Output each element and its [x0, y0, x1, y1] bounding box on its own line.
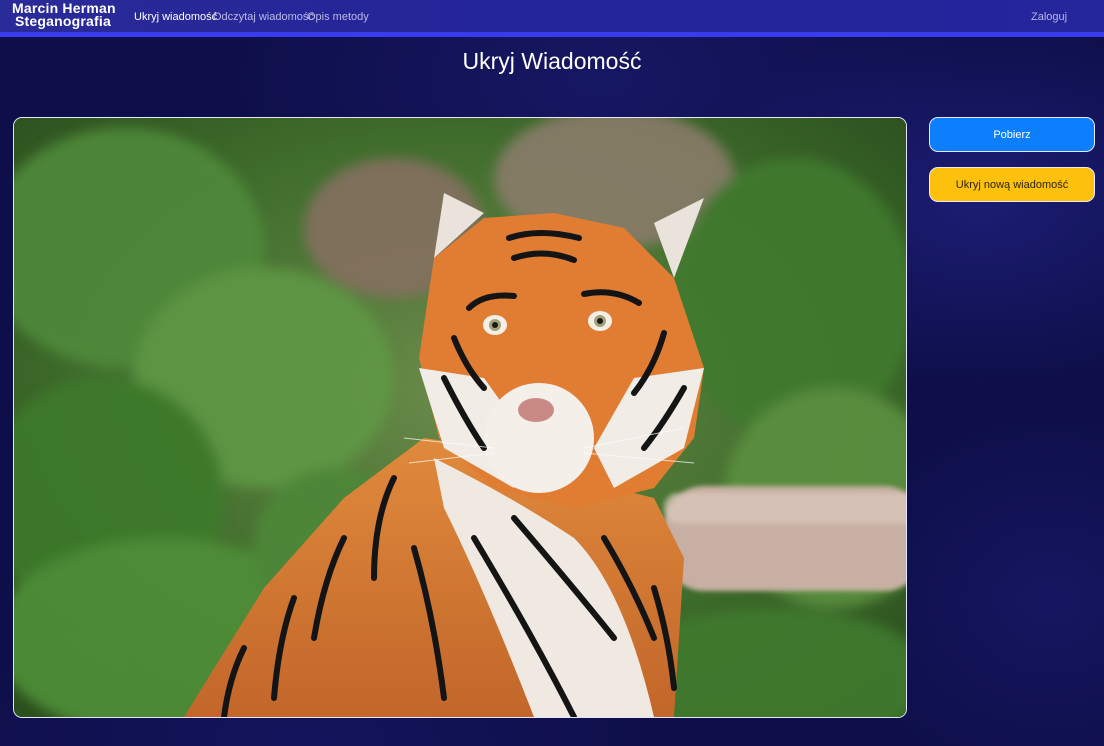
download-button[interactable]: Pobierz: [929, 117, 1095, 152]
stego-image: [13, 117, 907, 718]
navbar: Marcin Herman Steganografia Ukryj wiadom…: [0, 0, 1104, 37]
brand-subtitle: Steganografia: [15, 13, 111, 29]
hide-new-message-button[interactable]: Ukryj nową wiadomość: [929, 167, 1095, 202]
nav-link-method-description[interactable]: Opis metody: [307, 11, 369, 23]
login-link[interactable]: Zaloguj: [1031, 11, 1067, 23]
tiger-image: [14, 118, 906, 717]
nav-link-read-message[interactable]: Odczytaj wiadomość: [213, 11, 314, 23]
brand-logo[interactable]: Marcin Herman Steganografia: [12, 1, 116, 29]
page-title: Ukryj Wiadomość: [462, 48, 642, 74]
nav-link-hide-message[interactable]: Ukryj wiadomość: [134, 11, 217, 23]
